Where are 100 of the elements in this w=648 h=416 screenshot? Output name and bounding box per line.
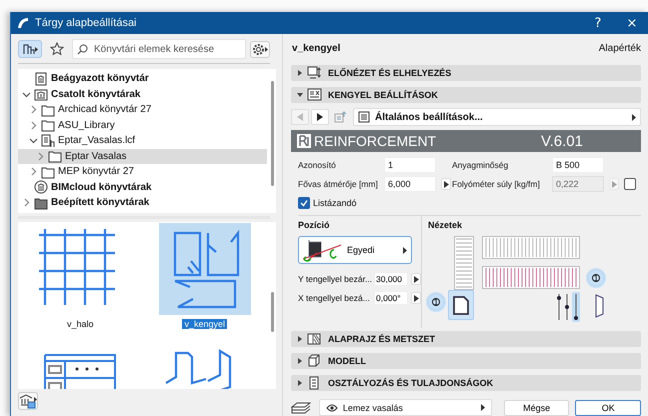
triangle-right-icon bbox=[297, 380, 303, 386]
reinforcement-logo-icon bbox=[297, 134, 311, 148]
version-label: V.6.01 bbox=[541, 132, 583, 150]
settings-sheet-icon bbox=[307, 88, 322, 102]
sheet-view-button[interactable] bbox=[448, 290, 474, 320]
search-field[interactable]: Könyvtári elemek keresése bbox=[72, 39, 246, 59]
check-icon bbox=[300, 199, 308, 207]
close-button[interactable]: × bbox=[615, 12, 648, 34]
field-label: Folyóméter súly [kg/fm] bbox=[452, 179, 541, 189]
scrollbar[interactable] bbox=[271, 81, 274, 186]
rounded-sheet-icon bbox=[452, 294, 470, 316]
plan-section-icon bbox=[307, 332, 322, 346]
cancel-button[interactable]: Mégse bbox=[504, 400, 570, 416]
stepper-button[interactable] bbox=[441, 178, 451, 190]
item-label: v_kengyel bbox=[182, 319, 228, 329]
settings-button[interactable] bbox=[250, 40, 270, 58]
angle-field[interactable]: 0,000° bbox=[374, 291, 408, 305]
object-name: v_kengyel bbox=[292, 42, 340, 54]
end-shape-icon bbox=[594, 294, 604, 318]
text-field[interactable]: B 500 bbox=[552, 157, 604, 173]
tree-item[interactable]: Archicad könyvtár 27 bbox=[18, 102, 267, 118]
position-button[interactable]: Egyedi bbox=[298, 236, 412, 264]
folder-icon bbox=[41, 164, 55, 179]
section-header[interactable]: KENGYEL BEÁLLÍTÁSOK bbox=[291, 87, 641, 103]
list-icon bbox=[358, 111, 370, 123]
alignment-options-icon bbox=[556, 292, 580, 322]
chevron-right-icon bbox=[22, 198, 31, 208]
chevron-down-icon bbox=[22, 90, 31, 99]
section-header[interactable]: ALAPRAJZ ÉS METSZET bbox=[291, 331, 641, 347]
numbered-toggle[interactable]: 1 bbox=[428, 294, 444, 310]
layer-dropdown[interactable]: Lemez vasalás bbox=[318, 399, 492, 416]
library-file-icon bbox=[41, 134, 55, 148]
window-title: Tárgy alapbeállításai bbox=[35, 17, 137, 29]
section-title: Pozíció bbox=[298, 220, 331, 230]
library-manager-button[interactable] bbox=[18, 392, 38, 410]
cube-icon bbox=[307, 354, 322, 368]
tree-item[interactable]: Csatolt könyvtárak bbox=[18, 86, 267, 102]
caret-right-icon bbox=[480, 404, 485, 411]
library-icon bbox=[34, 87, 48, 102]
cloud-library-icon bbox=[34, 180, 48, 194]
stepper-button[interactable] bbox=[411, 292, 421, 304]
preview-icon bbox=[307, 66, 322, 80]
triangle-right-icon bbox=[297, 336, 303, 342]
vertical-lines-view-icon bbox=[482, 236, 580, 259]
triangle-right-icon bbox=[297, 358, 303, 364]
field-label: Azonosító bbox=[298, 160, 337, 170]
export-page-icon bbox=[334, 111, 348, 123]
chevron-down-icon bbox=[29, 136, 38, 146]
folder-icon bbox=[41, 118, 55, 132]
angle-field[interactable]: 30,000 bbox=[374, 272, 408, 286]
text-field[interactable]: 6,000 bbox=[384, 176, 436, 192]
ok-button[interactable]: OK bbox=[575, 400, 641, 416]
tree-item[interactable]: Eptar_Vasalas.lcf bbox=[18, 133, 267, 148]
filter-button[interactable] bbox=[18, 40, 42, 58]
section-header[interactable]: MODELL bbox=[291, 353, 641, 369]
text-field[interactable]: 1 bbox=[384, 157, 436, 173]
section-header[interactable]: ELŐNÉZET ÉS ELHELYEZÉS bbox=[291, 65, 641, 81]
triangle-right-icon bbox=[297, 70, 303, 76]
library-document-icon bbox=[34, 72, 48, 86]
tree-item[interactable]: MEP könyvtár 27 bbox=[18, 164, 267, 180]
banner-title: REINFORCEMENT bbox=[314, 133, 436, 149]
search-icon bbox=[77, 44, 88, 54]
item-label: v_halo bbox=[66, 319, 95, 329]
numbered-toggle[interactable]: 1 bbox=[588, 270, 604, 286]
tree-item[interactable]: ASU_Library bbox=[18, 118, 267, 133]
play-icon bbox=[444, 180, 448, 188]
section-title: Nézetek bbox=[428, 220, 464, 230]
tree-item[interactable]: Eptar Vasalas bbox=[18, 148, 267, 164]
gear-icon bbox=[252, 42, 268, 56]
checkbox[interactable] bbox=[298, 197, 310, 209]
help-button[interactable]: ? bbox=[581, 12, 615, 34]
scrollbar[interactable] bbox=[271, 292, 274, 332]
layers-icon bbox=[291, 400, 311, 414]
stepper-button[interactable] bbox=[411, 273, 421, 285]
tree-item[interactable]: Beépített könyvtárak bbox=[18, 195, 267, 210]
field-label: X tengellyel bezá... bbox=[298, 293, 371, 303]
play-icon bbox=[414, 276, 418, 282]
folder-icon bbox=[48, 149, 62, 164]
forward-icon bbox=[317, 113, 323, 121]
play-icon bbox=[612, 180, 616, 188]
horizontal-lines-view-icon bbox=[454, 236, 474, 290]
tree-item[interactable]: BIMcloud könyvtárak bbox=[18, 180, 267, 195]
app-logo-icon bbox=[17, 17, 29, 29]
preset-label: Alapérték bbox=[598, 42, 641, 54]
field-label: Anyagminőség bbox=[452, 160, 510, 170]
library-icon bbox=[22, 43, 38, 55]
back-icon bbox=[297, 113, 303, 121]
field-label: Y tengellyel bezár... bbox=[298, 274, 371, 284]
library-icon bbox=[19, 392, 37, 408]
field-label: Fővas átmérője [mm] bbox=[298, 179, 379, 189]
checkbox-label: Listázandó bbox=[313, 198, 357, 208]
play-icon bbox=[414, 294, 418, 302]
tree-item[interactable]: Beágyazott könyvtár bbox=[18, 71, 267, 86]
folder-icon bbox=[34, 196, 48, 210]
section-header[interactable]: OSZTÁLYOZÁS ÉS TULAJDONSÁGOK bbox=[291, 375, 641, 391]
vertical-lines-view-icon bbox=[482, 266, 580, 289]
caret-right-icon bbox=[632, 114, 636, 120]
forward-button[interactable] bbox=[311, 109, 329, 125]
star-icon bbox=[50, 42, 64, 56]
page-dropdown[interactable]: Általános beállítások... bbox=[353, 108, 641, 126]
